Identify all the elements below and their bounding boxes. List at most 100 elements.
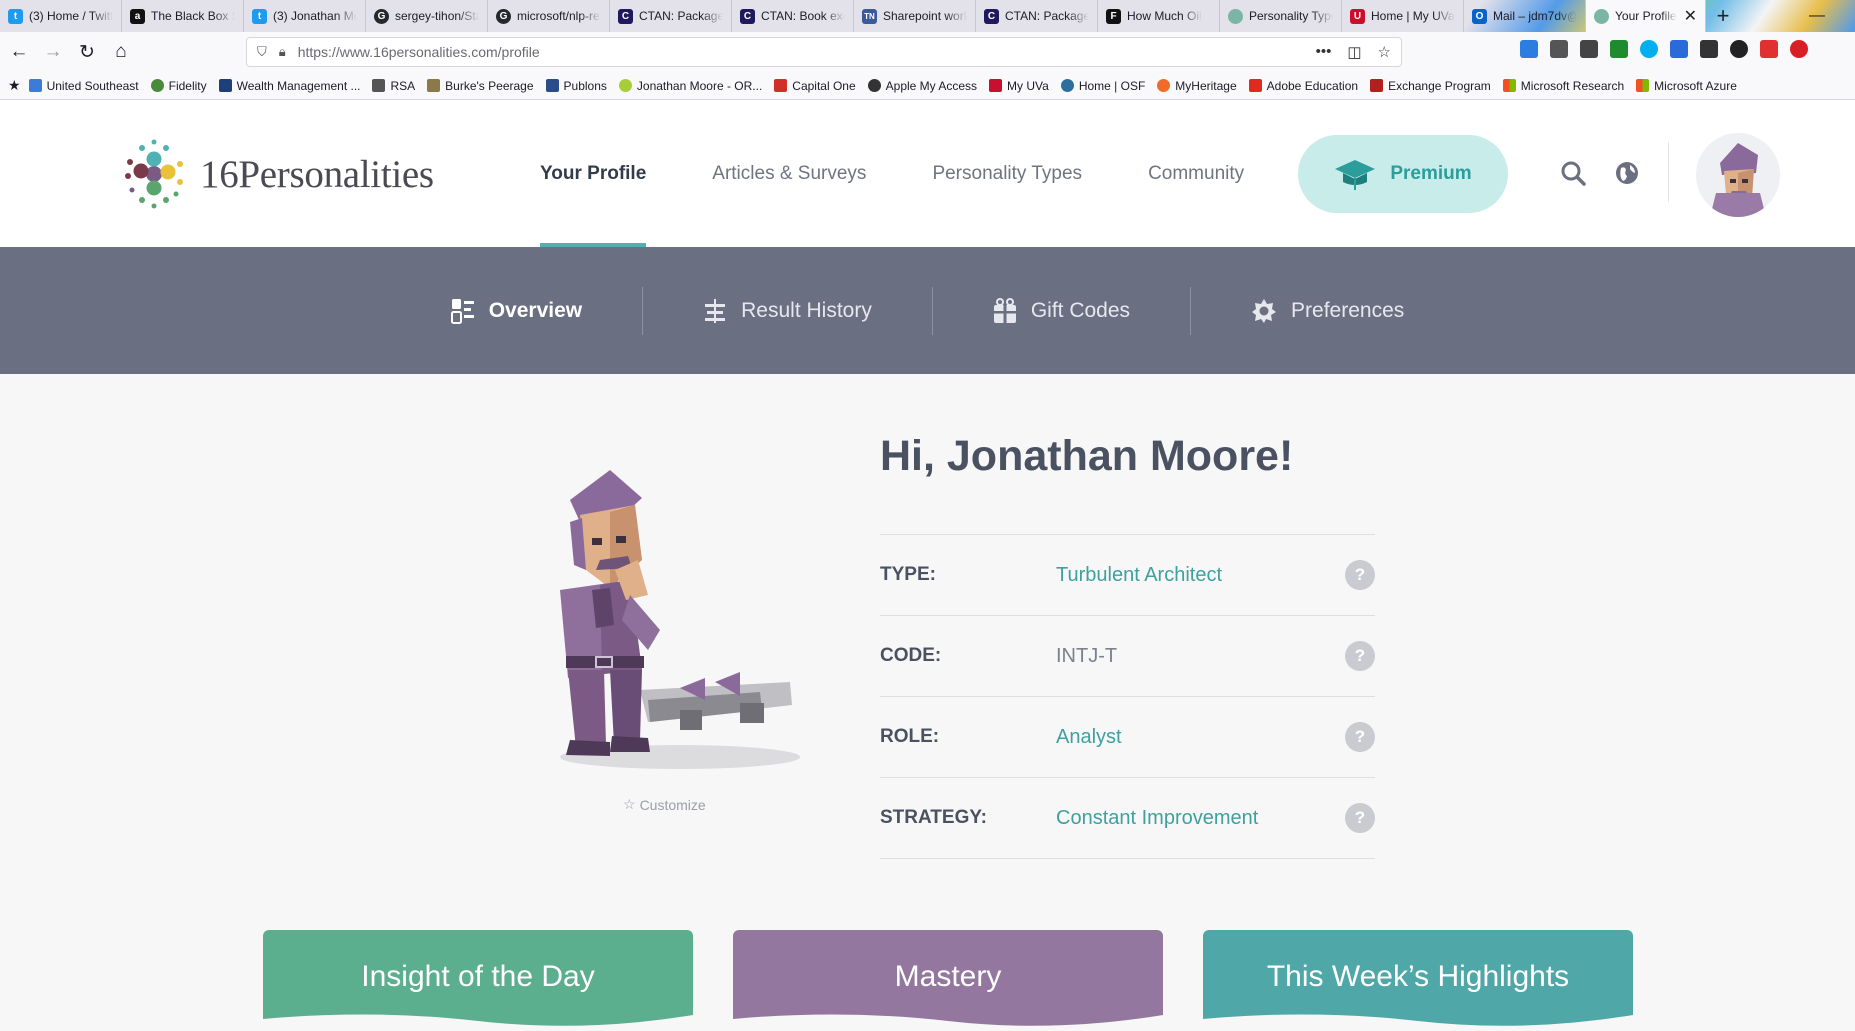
browser-tab[interactable]: CCTAN: Book excerpt [732,0,854,32]
browser-tab[interactable]: Personality Types [1220,0,1342,32]
browser-tab[interactable]: t(3) Home / Twitter [0,0,122,32]
bookmark-item[interactable]: Home | OSF [1060,79,1145,93]
tab-result-history[interactable]: Result History [643,287,932,335]
premium-button[interactable]: Premium [1298,135,1508,213]
bookmark-item[interactable]: Microsoft Research [1502,79,1624,93]
twitter-icon: t [252,8,267,24]
bookmark-favicon [218,79,232,92]
browser-tab[interactable]: C CTAN: Package [976,0,1098,32]
personality-avatar-illustration [530,460,830,780]
globe-icon[interactable] [1612,158,1642,188]
sidebar-icon[interactable] [1580,40,1598,58]
help-icon[interactable]: ? [1345,560,1375,590]
weekly-highlights-card[interactable]: This Week’s Highlights [1203,930,1633,1031]
close-tab-icon[interactable]: ✕ [1684,6,1697,26]
browser-tab-active[interactable]: Your Profile ✕ [1586,0,1706,32]
help-icon[interactable]: ? [1345,803,1375,833]
address-bar[interactable]: ⛉ 🔒︎ https://www.16personalities.com/pro… [246,37,1402,67]
nav-articles-surveys[interactable]: Articles & Surveys [712,100,866,247]
bookmark-item[interactable]: Burke's Peerage [427,79,534,93]
nav-community[interactable]: Community [1148,100,1244,247]
bookmark-favicon [989,79,1003,92]
browser-tab[interactable]: aThe Black Box Society [122,0,244,32]
download-icon[interactable] [1520,40,1538,58]
lock-icon[interactable]: 🔒︎ [279,44,286,60]
bookmark-item[interactable]: Microsoft Azure [1636,79,1737,93]
minimize-icon[interactable]: — [1809,7,1825,25]
browser-tab[interactable]: U Home | My UVa [1342,0,1464,32]
bookmark-item[interactable]: My UVa [989,79,1049,93]
search-icon[interactable] [1558,158,1588,188]
card-wave [1203,1014,1633,1031]
browser-tab[interactable]: TNSharepoint workflow [854,0,976,32]
tab-gift-codes-label: Gift Codes [1030,298,1131,322]
graduation-cap-icon [1335,160,1376,190]
bookmark-item[interactable]: Capital One [774,79,856,93]
bookmark-star-icon[interactable]: ☆ [1378,43,1391,61]
extension-icon[interactable] [1700,40,1718,58]
url-text[interactable]: https://www.16personalities.com/profile [298,44,540,60]
bookmark-item[interactable]: Exchange Program [1370,79,1491,93]
shield-icon[interactable]: ⛉ [257,44,267,60]
browser-tab[interactable]: t(3) Jonathan Moore [244,0,366,32]
browser-tab[interactable]: F How Much Oil [1098,0,1220,32]
sharepoint-icon: TN [862,8,877,24]
trait-label: CODE: [880,645,942,666]
trait-label: TYPE: [880,564,936,585]
new-tab-button[interactable]: + [1706,0,1740,32]
logo-text: 16Personalities [200,152,434,196]
insight-of-the-day-card[interactable]: Insight of the Day [263,930,693,1031]
window-controls: — [1809,0,1825,32]
gift-icon [993,297,1017,324]
bookmark-item[interactable]: Fidelity [150,79,207,93]
trait-value-link[interactable]: Constant Improvement [1056,807,1258,830]
extension-icon[interactable] [1610,40,1628,58]
browser-tab[interactable]: Gmicrosoft/nlp-recipes [488,0,610,32]
bookmark-item[interactable]: Adobe Education [1248,79,1358,93]
customize-label: Customize [639,796,706,813]
page-actions-icon[interactable]: ••• [1316,43,1332,61]
trait-value-link[interactable]: Analyst [1056,726,1122,749]
back-arrow-icon[interactable]: ← [4,37,34,67]
browser-tab[interactable]: OMail – jdm7dv@virginia [1464,0,1586,32]
tab-preferences[interactable]: Preferences [1191,287,1464,335]
extension-icon[interactable] [1790,40,1808,58]
trait-value-link[interactable]: Turbulent Architect [1056,564,1222,587]
microsoft-icon [1636,79,1650,92]
bookmark-item[interactable]: MyHeritage [1157,79,1237,93]
browser-tab[interactable]: Gsergey-tihon/Stanford [366,0,488,32]
premium-label: Premium [1390,163,1472,184]
bookmark-item[interactable]: United Southeast [28,79,139,93]
header-divider [1668,142,1669,202]
bookmark-item[interactable]: Wealth Management ... [218,79,360,93]
library-icon[interactable] [1550,40,1568,58]
bookmarks-menu-icon[interactable]: ★ [8,77,21,94]
account-icon[interactable] [1730,40,1748,58]
reload-icon[interactable]: ↻ [72,37,102,67]
nav-your-profile[interactable]: Your Profile [540,100,647,247]
bookmark-item[interactable]: Apple My Access [867,79,977,93]
user-avatar[interactable] [1696,133,1780,217]
customize-link[interactable]: ☆ Customize [623,796,706,813]
shield-extension-icon[interactable] [1760,40,1778,58]
bookmark-item[interactable]: Jonathan Moore - OR... [618,79,762,93]
bookmark-favicon [867,79,881,92]
pocket-icon[interactable]: ◫ [1347,43,1361,61]
extension-icon[interactable] [1670,40,1688,58]
main-nav: Your Profile Articles & Surveys Personal… [540,100,1310,247]
browser-tab[interactable]: C CTAN: Package [610,0,732,32]
help-icon[interactable]: ? [1345,641,1375,671]
nav-personality-types[interactable]: Personality Types [932,100,1082,247]
help-icon[interactable]: ? [1345,722,1375,752]
outlook-icon: O [1472,8,1487,24]
ctan-icon: C [984,8,999,24]
home-icon[interactable]: ⌂ [106,37,136,67]
skype-icon[interactable] [1640,40,1658,58]
site-logo[interactable]: 16Personalities [118,138,434,210]
bookmark-item[interactable]: RSA [372,79,415,93]
mastery-card[interactable]: Mastery [733,930,1163,1031]
tab-gift-codes[interactable]: Gift Codes [933,287,1190,335]
tab-overview[interactable]: Overview [391,287,642,335]
forward-arrow-icon[interactable]: → [38,37,68,67]
bookmark-item[interactable]: Publons [545,79,607,93]
